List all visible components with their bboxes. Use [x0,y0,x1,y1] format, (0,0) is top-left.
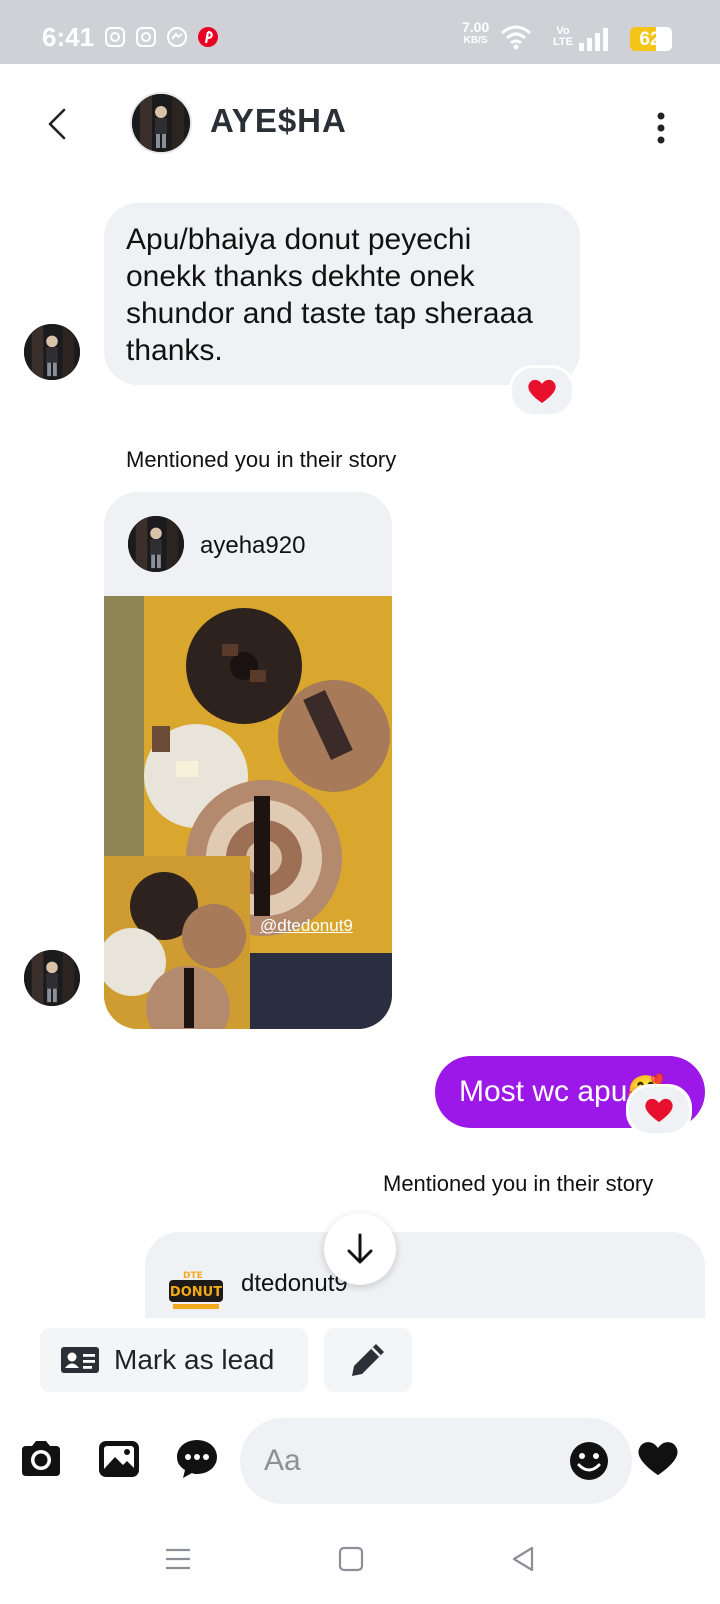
story-mention-label: Mentioned you in their story [383,1171,654,1196]
chat-header: AYE$HA [0,64,720,184]
message-composer [0,1410,720,1510]
network-speed: 7.00 KB/S [462,20,489,48]
avatar-photo [128,516,184,572]
battery-level-text: 62 [639,29,661,50]
status-time: 6:41 [42,22,95,52]
mark-as-lead-button[interactable]: Mark as lead [40,1328,308,1392]
avatar-photo [132,94,190,152]
avatar-photo [24,324,80,380]
chat-bubble-icon[interactable] [174,1436,220,1482]
recent-apps-icon[interactable] [163,1544,193,1574]
volte-bottom: LTE [553,36,573,48]
svg-text:DONUT: DONUT [170,1285,222,1300]
story-mention-card[interactable]: DONUT DTE dtedonut9 [145,1232,705,1322]
volte-indicator: Vo LTE [553,26,573,48]
network-speed-unit: KB/S [463,35,488,46]
mark-as-lead-label: Mark as lead [114,1344,275,1375]
wifi-icon [501,25,531,50]
home-icon[interactable] [336,1544,366,1574]
edit-button[interactable] [324,1328,412,1392]
pinterest-icon [198,27,218,47]
scroll-to-bottom-button[interactable] [324,1213,396,1285]
emoji-icon[interactable] [568,1440,610,1482]
story-donut-image [104,596,392,1029]
instagram-icon [136,27,156,47]
lead-action-row: Mark as lead [0,1318,720,1408]
contact-avatar[interactable] [130,92,192,154]
svg-text:DTE: DTE [183,1271,203,1281]
story-user-avatar [128,516,184,572]
sender-avatar[interactable] [24,324,80,380]
message-reaction[interactable] [509,365,575,417]
story-mention-tag: @dtedonut9 [260,916,353,935]
network-speed-value: 7.00 [462,19,490,35]
battery-indicator: 62 [630,27,672,51]
message-input-container[interactable] [240,1418,632,1504]
donut-brand-logo: DONUT DTE [169,1271,223,1309]
heart-reaction-icon [645,1098,673,1122]
pencil-icon [352,1344,384,1376]
story-username: ayeha920 [200,532,306,559]
message-reaction[interactable] [626,1084,692,1136]
contact-card-icon [61,1347,99,1373]
signal-icon [579,28,608,51]
instagram-icon [105,27,125,47]
sender-avatar[interactable] [24,950,80,1006]
arrow-down-icon [347,1233,373,1264]
back-nav-icon[interactable] [508,1544,538,1574]
camera-icon[interactable] [18,1436,64,1482]
incoming-message-bubble[interactable]: Apu/bhaiya donut peyechi onekk thanks de… [104,203,580,385]
message-input[interactable] [262,1438,546,1484]
contact-name[interactable]: AYE$HA [210,102,347,140]
gallery-icon[interactable] [96,1436,142,1482]
heart-like-icon[interactable] [636,1438,680,1478]
system-navigation-bar [0,1514,720,1604]
messenger-icon [167,27,187,47]
status-bar: 6:41 7.00 KB/S Vo LTE 62 [0,0,720,64]
story-mention-card[interactable]: ayeha920 @dtedonut9 [104,492,392,1029]
incoming-message-text: Apu/bhaiya donut peyechi onekk thanks de… [126,223,533,367]
heart-reaction-icon [528,379,556,403]
story-username: dtedonut9 [241,1270,348,1297]
story-mention-label: Mentioned you in their story [126,447,397,472]
more-vertical-icon[interactable] [646,108,676,148]
avatar-photo [24,950,80,1006]
chevron-left-icon[interactable] [40,104,76,144]
